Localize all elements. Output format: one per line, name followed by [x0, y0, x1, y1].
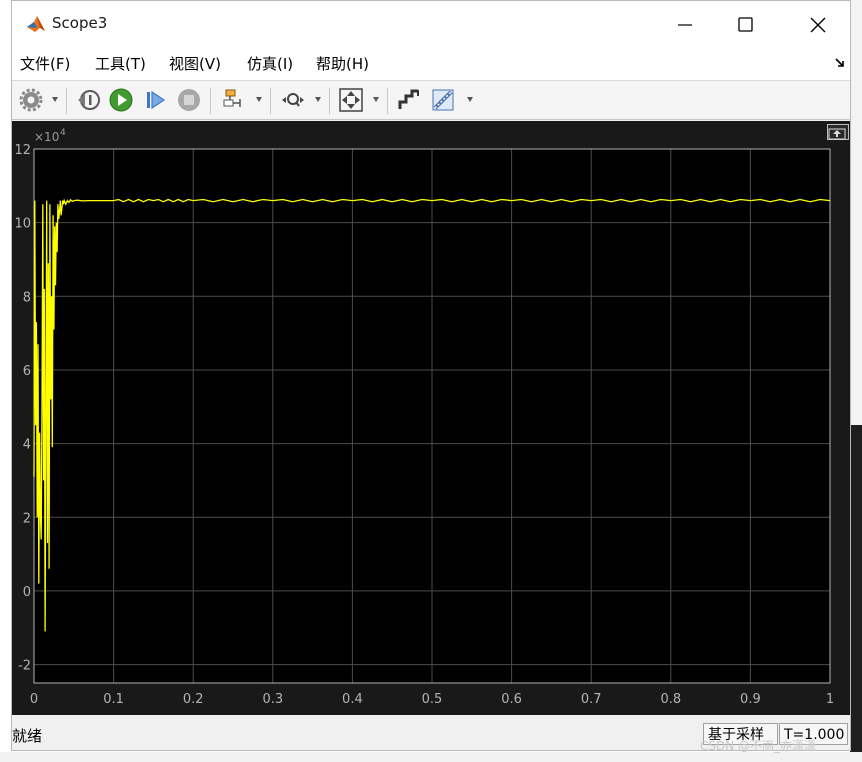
- minimize-button[interactable]: [663, 9, 709, 39]
- x-tick-label: 1: [826, 692, 834, 707]
- y-tick-label: 6: [23, 364, 31, 379]
- stop-button[interactable]: [176, 87, 202, 113]
- autoscale-button[interactable]: [338, 87, 364, 113]
- highlight-icon: [398, 89, 419, 109]
- gear-icon: [19, 88, 43, 112]
- menu-file[interactable]: 文件(F): [20, 53, 70, 74]
- status-text: 就绪: [12, 727, 43, 745]
- y-tick-label: 2: [23, 511, 31, 526]
- zoom-button[interactable]: [280, 87, 306, 113]
- toolbar: [12, 81, 850, 120]
- y-tick-label: -2: [18, 659, 31, 674]
- scope-display: 0 0.1 0.2 0.3 0.4 0.5 0.6 0.7 0.8 0.9 1 -2 0 2 4 6 8 10 12…: [12, 121, 850, 715]
- title-bar[interactable]: Scope3: [12, 1, 850, 47]
- x-tick-label: 0.8: [660, 692, 681, 707]
- close-icon: [810, 17, 826, 33]
- scope-plot[interactable]: 0 0.1 0.2 0.3 0.4 0.5 0.6 0.7 0.8 0.9 1 -2 0 2 4 6 8 10 12…: [12, 121, 850, 715]
- maximize-icon: [738, 17, 753, 32]
- step-forward-icon: [147, 90, 166, 110]
- x-tick-label: 0.3: [262, 692, 283, 707]
- signal-selector-icon: [223, 89, 241, 107]
- x-tick-label: 0.6: [501, 692, 522, 707]
- y-exponent-label: ×10: [34, 130, 59, 144]
- dock-arrow-icon[interactable]: [834, 57, 846, 69]
- window-title: Scope3: [52, 14, 108, 32]
- undock-icon: [828, 128, 846, 140]
- step-back-icon: [78, 90, 100, 110]
- x-tick-label: 0.1: [103, 692, 124, 707]
- toolbar-separator: [210, 88, 211, 114]
- y-tick-label: 0: [23, 585, 31, 600]
- x-tick-label: 0.4: [342, 692, 363, 707]
- watermark: CSDN @不雨_亦潇潇: [700, 739, 817, 753]
- step-back-button[interactable]: [75, 87, 101, 113]
- autoscale-dropdown-icon[interactable]: [373, 97, 379, 102]
- run-icon: [109, 88, 133, 112]
- y-tick-label: 4: [23, 438, 31, 453]
- menu-simulation[interactable]: 仿真(I): [247, 53, 293, 74]
- y-exponent-power: 4: [60, 128, 66, 138]
- y-tick-label: 12: [14, 143, 31, 158]
- zoom-dropdown-icon[interactable]: [315, 97, 321, 102]
- scope-window: Scope3 文件(F) 工具(T) 视图(V) 仿真(I) 帮助(H) 0 0…: [11, 0, 851, 751]
- stop-icon: [178, 89, 200, 111]
- minimize-icon: [678, 24, 692, 26]
- zoom-icon: [282, 93, 304, 107]
- x-tick-label: 0.2: [183, 692, 204, 707]
- close-button[interactable]: [795, 9, 841, 39]
- signal-dropdown-icon[interactable]: [256, 97, 262, 102]
- toolbar-separator: [270, 88, 271, 114]
- autoscale-icon: [339, 88, 363, 112]
- measure-dropdown-icon[interactable]: [467, 97, 473, 102]
- undock-axes-button[interactable]: [827, 124, 849, 140]
- menu-tools[interactable]: 工具(T): [95, 53, 146, 74]
- settings-button[interactable]: [18, 87, 44, 113]
- maximize-button[interactable]: [723, 9, 769, 39]
- toolbar-separator: [387, 88, 388, 114]
- settings-dropdown-icon[interactable]: [52, 97, 58, 102]
- toolbar-separator: [66, 88, 67, 114]
- matlab-logo-icon: [27, 16, 45, 32]
- highlight-button[interactable]: [396, 87, 422, 113]
- x-tick-label: 0.5: [422, 692, 443, 707]
- measure-icon: [432, 89, 454, 111]
- menu-help[interactable]: 帮助(H): [316, 53, 369, 74]
- background-window: [850, 0, 862, 425]
- y-tick-label: 10: [14, 217, 31, 232]
- step-forward-button[interactable]: [142, 87, 168, 113]
- y-tick-label: 8: [23, 290, 31, 305]
- toolbar-separator: [329, 88, 330, 114]
- x-tick-label: 0.7: [581, 692, 602, 707]
- measure-button[interactable]: [430, 87, 456, 113]
- x-tick-label: 0: [30, 692, 38, 707]
- run-button[interactable]: [108, 87, 134, 113]
- menu-view[interactable]: 视图(V): [169, 53, 221, 74]
- x-tick-label: 0.9: [740, 692, 761, 707]
- menu-bar: 文件(F) 工具(T) 视图(V) 仿真(I) 帮助(H): [12, 47, 850, 81]
- signal-selector-button[interactable]: [220, 87, 246, 113]
